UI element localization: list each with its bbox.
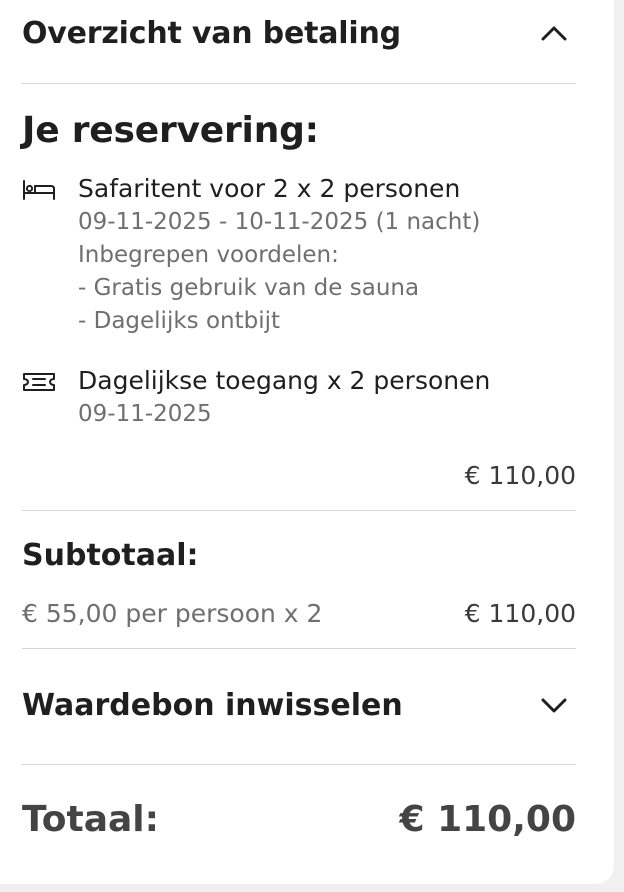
bed-icon (22, 178, 56, 202)
reservation-item-title: Dagelijkse toegang x 2 personen (78, 366, 491, 395)
reservation-section: Je reservering: (22, 110, 576, 160)
subtotal-heading: Subtotaal: (22, 538, 199, 573)
reservation-item-date: 09-11-2025 (78, 401, 212, 427)
total-amount: € 110,00 (399, 798, 576, 840)
reservation-amount: € 110,00 (464, 460, 576, 490)
divider (22, 510, 576, 511)
subtotal-amount: € 110,00 (464, 598, 576, 628)
subtotal-description: € 55,00 per persoon x 2 (22, 598, 323, 628)
payment-overview-panel: Overzicht van betaling Je reservering: S… (0, 0, 614, 884)
chevron-up-icon[interactable] (536, 15, 572, 51)
reservation-heading: Je reservering: (22, 110, 319, 151)
total-row: Totaal: € 110,00 (22, 794, 576, 844)
payment-overview-header[interactable]: Overzicht van betaling (22, 10, 576, 56)
reservation-item-benefit: - Gratis gebruik van de sauna (78, 275, 420, 301)
divider (22, 648, 576, 649)
payment-overview-title: Overzicht van betaling (22, 15, 401, 51)
divider (22, 83, 576, 84)
reservation-item-title: Safaritent voor 2 x 2 personen (78, 174, 461, 203)
subtotal-section: Subtotaal: (22, 538, 576, 578)
voucher-label: Waardebon inwisselen (22, 687, 403, 723)
total-label: Totaal: (22, 798, 160, 840)
divider (22, 764, 576, 765)
subtotal-row: € 55,00 per persoon x 2 € 110,00 (22, 594, 576, 632)
reservation-amount-row: € 110,00 (22, 458, 576, 492)
reservation-item-benefits-label: Inbegrepen voordelen: (78, 242, 339, 268)
voucher-toggle[interactable]: Waardebon inwisselen (22, 682, 576, 728)
reservation-item-benefit: - Dagelijks ontbijt (78, 308, 281, 334)
chevron-down-icon[interactable] (536, 687, 572, 723)
reservation-item-dates: 09-11-2025 - 10-11-2025 (1 nacht) (78, 209, 481, 235)
ticket-icon (22, 370, 56, 394)
